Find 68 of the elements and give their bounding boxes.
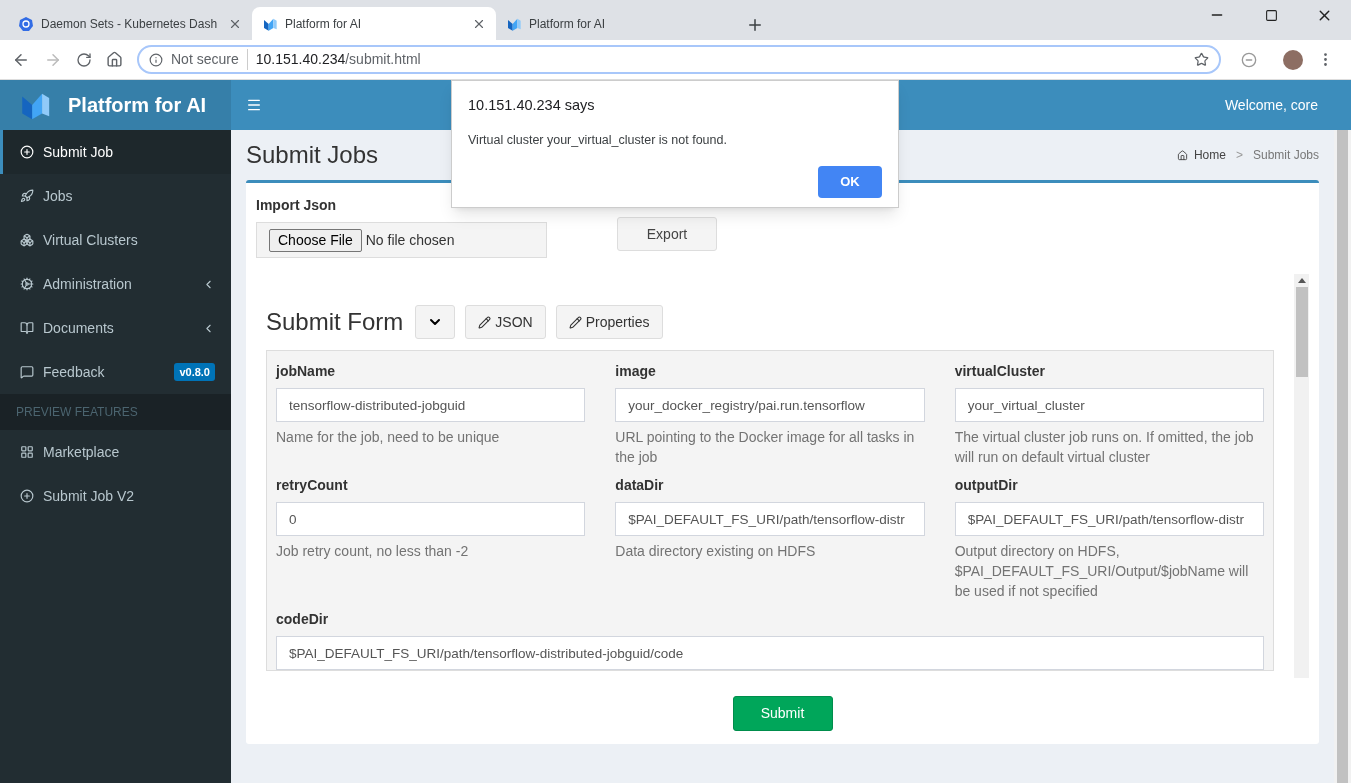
ok-button[interactable]: OK xyxy=(818,165,882,198)
edit-mode-button[interactable]: JSON xyxy=(465,305,546,339)
browser-tab[interactable]: Platform for AI xyxy=(252,7,496,40)
info-icon xyxy=(149,52,163,67)
field-label: codeDir xyxy=(276,610,330,629)
pencil-icon xyxy=(478,315,492,329)
scrollbar-thumb[interactable] xyxy=(1295,287,1308,377)
text-field[interactable]: tensorflow-distributed-jobguid xyxy=(276,388,586,422)
field-label: jobName xyxy=(276,362,337,381)
breadcrumb-current: Submit Jobs xyxy=(1252,147,1319,164)
edit-mode-button[interactable]: Properties xyxy=(555,305,663,339)
home-icon[interactable] xyxy=(106,51,123,68)
import-label: Import Json xyxy=(256,196,338,215)
choose-file-button[interactable]: Choose File xyxy=(269,228,362,252)
speech-bubble-icon xyxy=(20,365,34,379)
field-help: Output directory on HDFS, $PAI_DEFAULT_FS_URI/Output/$jobName will be used if not specified xyxy=(954,542,1250,601)
field-help: Data directory existing on HDFS xyxy=(615,542,817,561)
file-input[interactable]: Choose File No file chosen xyxy=(256,222,547,258)
new-tab-icon[interactable] xyxy=(746,16,764,34)
book-icon xyxy=(20,321,34,335)
text-field[interactable]: your_docker_registry/pai.run.tensorflow xyxy=(615,388,925,422)
plus-circle-icon xyxy=(20,489,34,503)
security-label: Not secure xyxy=(171,49,248,70)
dialog-title: 10.151.40.234 says xyxy=(468,96,596,115)
url-text: 10.151.40.234/submit.html xyxy=(255,50,422,69)
blocked-icon[interactable] xyxy=(1241,51,1257,68)
form-title: Submit Form xyxy=(266,307,404,337)
field-label: outputDir xyxy=(954,476,1019,495)
field-label: dataDir xyxy=(615,476,665,495)
grid-icon xyxy=(20,445,34,459)
cubes-icon xyxy=(20,233,34,247)
address-bar[interactable]: Not secure 10.151.40.234/submit.html xyxy=(137,45,1221,74)
gear-icon xyxy=(20,277,34,291)
field-label: retryCount xyxy=(276,476,349,495)
home-icon xyxy=(1176,149,1188,161)
export-button[interactable]: Export xyxy=(617,217,717,251)
welcome-text: Welcome, core xyxy=(1224,95,1318,115)
menu-icon[interactable] xyxy=(246,97,262,113)
breadcrumb-separator: > xyxy=(1234,147,1244,164)
star-icon[interactable] xyxy=(1194,52,1209,67)
section-header: PREVIEW FEATURES xyxy=(0,394,231,430)
field-label: image xyxy=(615,362,657,381)
text-field[interactable]: your_virtual_cluster xyxy=(954,388,1264,422)
dialog-message: Virtual cluster your_virtual_cluster is not found. xyxy=(468,131,728,149)
helm-wheel-icon xyxy=(18,15,34,32)
brand-title: Platform for AI xyxy=(68,93,207,118)
version-badge: v0.8.0 xyxy=(174,362,215,382)
page-title: Submit Jobs xyxy=(246,140,379,170)
text-field[interactable]: 0 xyxy=(276,502,586,536)
field-label: virtualCluster xyxy=(954,362,1046,381)
text-field[interactable]: $PAI_DEFAULT_FS_URI/path/tensorflow-distributed-jobguid/code xyxy=(276,636,1264,670)
field-help: URL pointing to the Docker image for all tasks in the job xyxy=(615,428,916,467)
reload-icon[interactable] xyxy=(76,51,92,68)
breadcrumb-link[interactable]: Home xyxy=(1193,146,1226,164)
scroll-up-icon[interactable] xyxy=(1297,278,1306,283)
scrollbar[interactable] xyxy=(1294,274,1309,678)
field-help: The virtual cluster job runs on. If omitted, the job will run on default virtual cluster xyxy=(954,428,1255,467)
text-field[interactable]: $PAI_DEFAULT_FS_URI/path/tensorflow-distr xyxy=(954,502,1264,536)
avatar-icon[interactable] xyxy=(1283,49,1303,70)
file-status: No file chosen xyxy=(365,230,455,250)
sidebar-item[interactable]: Submit Job xyxy=(0,130,231,174)
field-help: Job retry count, no less than -2 xyxy=(276,542,470,561)
rocket-icon xyxy=(20,189,34,203)
pencil-icon xyxy=(568,315,582,329)
field-help: Name for the job, need to be unique xyxy=(276,428,501,447)
plus-circle-icon xyxy=(20,145,34,159)
text-field[interactable]: $PAI_DEFAULT_FS_URI/path/tensorflow-distr xyxy=(615,502,925,536)
maximize-icon[interactable] xyxy=(1265,8,1278,22)
